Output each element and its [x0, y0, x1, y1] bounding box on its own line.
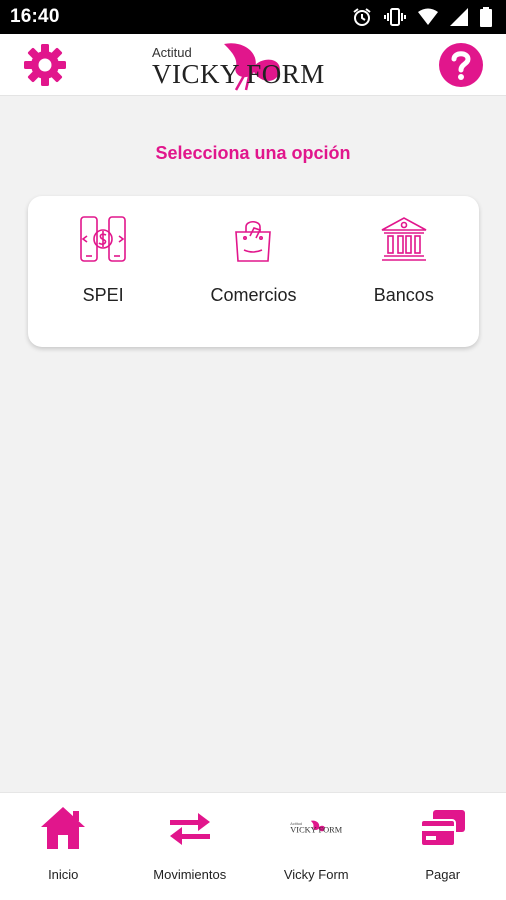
- status-bar: 16:40: [0, 0, 506, 34]
- status-time: 16:40: [10, 6, 60, 27]
- wifi-icon: [418, 8, 438, 26]
- nav-label-inicio: Inicio: [48, 867, 79, 882]
- vicky-form-logo: Actitud VICKY FORM: [150, 38, 360, 92]
- option-label-comercios: Comercios: [210, 285, 297, 305]
- app-header: Actitud VICKY FORM: [0, 34, 506, 96]
- option-comercios[interactable]: Comercios: [183, 214, 323, 306]
- bottom-nav: Inicio Movimientos Actitud VICKY FORM Vi…: [0, 792, 506, 900]
- vibrate-icon: [384, 7, 406, 27]
- battery-icon: [480, 7, 492, 27]
- nav-label-vicky-form: Vicky Form: [283, 867, 349, 882]
- signal-icon: [450, 8, 468, 26]
- bank-icon: [379, 214, 429, 269]
- phone-transfer-icon: [78, 214, 128, 269]
- svg-text:VICKY FORM: VICKY FORM: [291, 826, 343, 835]
- option-spei[interactable]: SPEI: [33, 214, 173, 306]
- gear-icon[interactable]: [22, 42, 68, 88]
- option-bancos[interactable]: Bancos: [334, 214, 474, 306]
- home-icon: [36, 801, 90, 855]
- nav-label-pagar: Pagar: [425, 867, 461, 882]
- nav-label-movimientos: Movimientos: [153, 867, 227, 882]
- options-card: SPEI Comercios Bancos: [28, 196, 479, 347]
- vicky-form-logo-icon: Actitud VICKY FORM: [289, 801, 343, 855]
- nav-item-movimientos[interactable]: Movimientos: [127, 793, 254, 900]
- alarm-icon: [352, 7, 372, 27]
- page-title: Selecciona una opción: [155, 143, 351, 163]
- option-label-spei: SPEI: [82, 285, 124, 305]
- logo-main-text: VICKY FORM: [152, 59, 325, 89]
- option-label-bancos: Bancos: [373, 285, 434, 305]
- help-icon[interactable]: [438, 42, 484, 88]
- cards-icon: [416, 801, 470, 855]
- nav-item-inicio[interactable]: Inicio: [0, 793, 127, 900]
- logo-small-text: Actitud: [152, 45, 192, 60]
- nav-item-pagar[interactable]: Pagar: [380, 793, 506, 900]
- status-icons: [352, 7, 492, 27]
- nav-item-vicky-form[interactable]: Actitud VICKY FORM Vicky Form: [253, 793, 380, 900]
- shopping-bag-icon: [228, 214, 278, 269]
- transfer-arrows-icon: [163, 801, 217, 855]
